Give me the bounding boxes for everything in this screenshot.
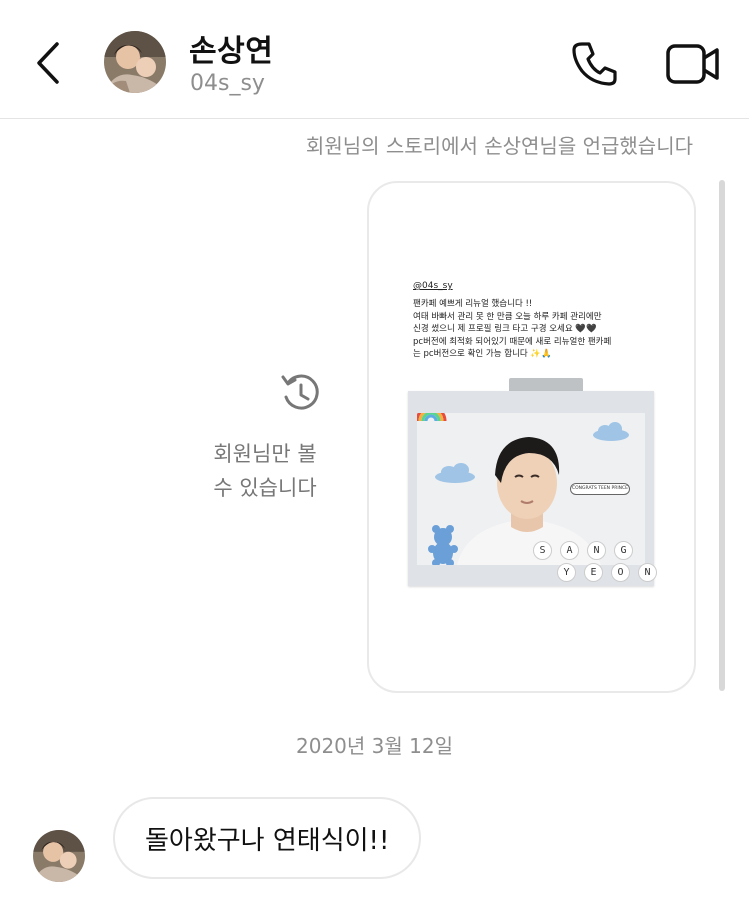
letters-row-bottom: Y E O N bbox=[557, 563, 657, 582]
avatar-photo bbox=[104, 31, 166, 93]
letters-row-top: S A N G bbox=[533, 541, 633, 560]
message-bubble[interactable]: 돌아왔구나 연태식이!! bbox=[113, 797, 422, 879]
chat-title: 손상연 bbox=[189, 34, 274, 69]
video-call-button[interactable] bbox=[664, 38, 722, 90]
sender-avatar[interactable] bbox=[33, 830, 85, 882]
letter-bubble: N bbox=[638, 563, 657, 582]
story-caption-line: 는 pc버전으로 확인 가능 합니다 ✨🙏 bbox=[413, 349, 552, 359]
story-mention-notice: 회원님의 스토리에서 손상연님을 언급했습니다 bbox=[305, 134, 693, 158]
letter-bubble: A bbox=[560, 541, 579, 560]
story-caption: 팬카페 예쁘게 리뉴얼 했습니다 !! 여태 바빠서 관리 못 한 만큼 오늘 … bbox=[413, 298, 653, 361]
avatar[interactable] bbox=[104, 31, 166, 93]
letter-bubble: N bbox=[587, 541, 606, 560]
chat-username: 04s_sy bbox=[190, 71, 265, 96]
story-caption-line: 신경 썼으니 제 프로필 링크 타고 구경 오세요 🖤🖤 bbox=[413, 324, 597, 334]
video-camera-icon bbox=[666, 44, 719, 84]
story-caption-line: 여태 바빠서 관리 못 한 만큼 오늘 하루 카페 관리에만 bbox=[413, 311, 602, 322]
letter-bubble: G bbox=[614, 541, 633, 560]
story-caption-line: 팬카페 예쁘게 리뉴얼 했습니다 !! bbox=[413, 299, 533, 309]
chevron-left-icon bbox=[37, 42, 59, 84]
story-tag: CONGRATS TEEN PRINCE bbox=[570, 483, 630, 495]
story-caption-line: pc버전에 최적화 되어있기 때문에 새로 리뉴얼한 팬카페 bbox=[413, 336, 612, 347]
message-date: 2020년 3월 12일 bbox=[296, 734, 453, 758]
private-notice-line-1: 회원님만 볼 bbox=[213, 442, 317, 466]
letter-bubble: E bbox=[584, 563, 603, 582]
call-button[interactable] bbox=[568, 38, 620, 90]
avatar-photo bbox=[33, 830, 85, 882]
chat-header: 손상연 04s_sy bbox=[0, 0, 749, 119]
private-visibility-notice: 회원님만 볼 수 있습니다 bbox=[180, 437, 350, 505]
back-button[interactable] bbox=[28, 40, 68, 86]
phone-icon bbox=[572, 42, 617, 86]
private-notice-line-2: 수 있습니다 bbox=[213, 476, 317, 500]
story-handle: @04s_sy bbox=[413, 281, 453, 291]
letter-bubble: Y bbox=[557, 563, 576, 582]
letter-bubble: O bbox=[611, 563, 630, 582]
letter-bubble: S bbox=[533, 541, 552, 560]
history-icon bbox=[280, 371, 322, 415]
scrollbar[interactable] bbox=[719, 180, 725, 691]
